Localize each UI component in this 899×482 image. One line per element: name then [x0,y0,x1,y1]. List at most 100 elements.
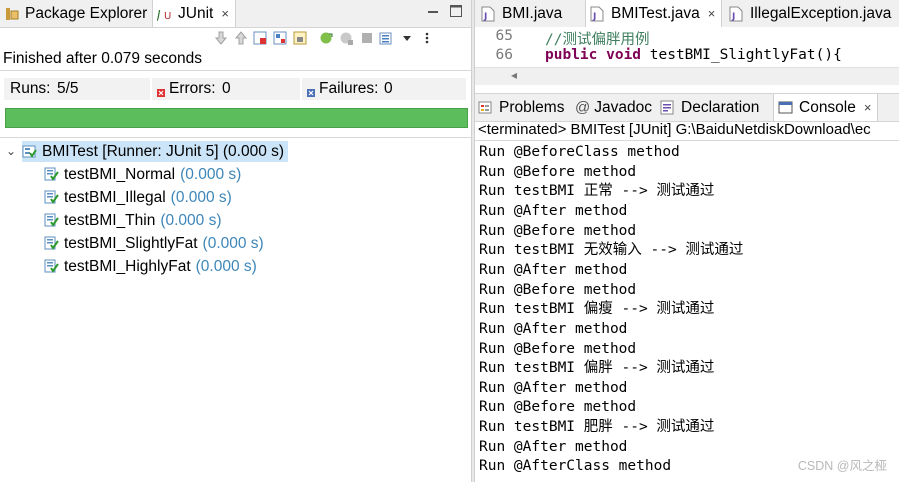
console-icon [778,100,794,116]
console-line: Run testBMI 无效输入 --> 测试通过 [479,242,744,259]
java-file-icon: J [590,6,606,22]
tab-package-explorer[interactable]: Package Explorer [4,0,147,27]
minimize-icon[interactable] [426,4,440,18]
console-line: Run @After method [479,261,628,278]
test-pass-icon [44,213,59,228]
tab-bmitest-java[interactable]: J BMITest.java × [585,0,723,27]
editor-tab-bar: J BMI.java J BMITest.java × J IllegalExc… [475,0,899,28]
tab-console[interactable]: Console × [773,94,879,121]
tab-label: Package Explorer [25,4,148,22]
run-duration-text: Finished after 0.079 seconds [3,50,203,67]
junit-icon: JU [155,6,173,22]
scroll-left-icon[interactable]: ◂ [511,68,517,82]
console-line: Run @After method [479,438,628,455]
runs-value: 5/5 [57,80,79,97]
junit-view: Package Explorer JU JUnit × Finished aft… [0,0,471,482]
console-line: Run testBMI 偏瘦 --> 测试通过 [479,301,715,318]
test-case-time: (0.000 s) [170,188,232,206]
console-line: Run testBMI 正常 --> 测试通过 [479,183,715,200]
show-skipped-icon[interactable] [272,30,289,46]
java-file-icon: J [481,6,497,22]
tab-label: Javadoc [594,98,652,116]
close-icon[interactable]: × [708,6,716,21]
stop-icon[interactable] [358,30,375,46]
line-number: 65 [495,28,513,44]
failure-icon [307,84,315,97]
test-pass-icon [44,259,59,274]
collapse-icon[interactable]: ⌄ [6,144,16,158]
tab-label: Console [799,98,856,116]
svg-text:J: J [731,12,735,22]
tree-root-label: BMITest [Runner: JUnit 5] (0.000 s) [42,142,285,160]
test-case-row[interactable]: testBMI_Normal (0.000 s) [44,164,241,185]
next-failure-icon[interactable] [212,30,229,46]
test-case-name: testBMI_SlightlyFat [64,234,198,252]
view-menu-icon[interactable] [418,30,435,46]
tree-root-bmitest[interactable]: BMITest [Runner: JUnit 5] (0.000 s) [22,141,289,162]
test-case-row[interactable]: testBMI_HighlyFat (0.000 s) [44,256,257,277]
console-line: Run @After method [479,320,628,337]
failures-value: 0 [384,80,393,97]
left-tab-bar: Package Explorer JU JUnit × [0,0,471,28]
divider [475,140,899,141]
tab-bmi-java[interactable]: J BMI.java [481,0,562,27]
watermark: CSDN @风之桠 [797,459,887,473]
test-pass-icon [44,190,59,205]
console-line: Run testBMI 偏胖 --> 测试通过 [479,360,715,377]
test-case-row[interactable]: testBMI_Illegal (0.000 s) [44,187,232,208]
test-pass-icon [44,167,59,182]
console-line: Run @Before method [479,222,637,239]
console-line: Run testBMI 肥胖 --> 测试通过 [479,419,715,436]
test-progress-bar [5,108,468,128]
svg-text:U: U [164,11,171,22]
test-case-time: (0.000 s) [160,211,222,229]
console-line: Run @Before method [479,340,637,357]
test-case-time: (0.000 s) [195,257,257,275]
code-comment: //测试偏胖用例 [545,32,650,48]
declaration-icon [660,100,676,116]
code-keyword: public void [545,47,642,63]
svg-text:J: J [483,12,487,22]
code-line: public void testBMI_SlightlyFat(){ [545,47,842,63]
tab-label: JUnit [178,4,214,22]
close-icon[interactable]: × [221,6,229,21]
java-file-icon: J [729,6,745,22]
test-case-row[interactable]: testBMI_SlightlyFat (0.000 s) [44,233,264,254]
console-line: Run @After method [479,202,628,219]
console-line: Run @Before method [479,399,637,416]
console-line: Run @Before method [479,163,637,180]
tab-junit[interactable]: JU JUnit × [152,0,236,27]
tab-label: Problems [499,98,565,116]
test-case-row[interactable]: testBMI_Thin (0.000 s) [44,210,221,231]
tab-javadoc[interactable]: @ Javadoc [575,94,652,121]
test-pass-icon [44,236,59,251]
maximize-icon[interactable] [449,4,463,18]
test-case-name: testBMI_HighlyFat [64,257,191,275]
runs-label: Runs: [10,80,51,97]
tab-illegalexception-java[interactable]: J IllegalException.java [729,0,891,27]
history-icon[interactable] [378,30,395,46]
failures-label: Failures: [319,80,379,97]
editor-horizontal-scrollbar[interactable]: ◂ [475,67,899,85]
error-icon [157,84,165,97]
console-line: Run @After method [479,379,628,396]
test-counters: Runs: 5/5 Errors: 0 Failures: 0 [0,78,471,100]
svg-text:J: J [592,12,596,22]
rerun-test-icon[interactable] [318,30,335,46]
tab-label: BMI.java [502,4,563,22]
test-suite-pass-icon [22,144,37,159]
show-failures-only-icon[interactable] [252,30,269,46]
tab-declaration[interactable]: Declaration [660,94,759,121]
divider [0,70,471,71]
chevron-down-icon[interactable] [398,30,415,46]
test-case-name: testBMI_Thin [64,211,156,229]
package-explorer-icon [4,6,20,22]
tab-label: Declaration [681,98,760,116]
previous-failure-icon[interactable] [232,30,249,46]
scroll-lock-icon[interactable] [292,30,309,46]
junit-toolbar [212,30,470,46]
close-icon[interactable]: × [864,100,872,115]
tab-problems[interactable]: Problems [478,94,564,121]
errors-label: Errors: [169,80,216,97]
rerun-failures-icon[interactable] [338,30,355,46]
